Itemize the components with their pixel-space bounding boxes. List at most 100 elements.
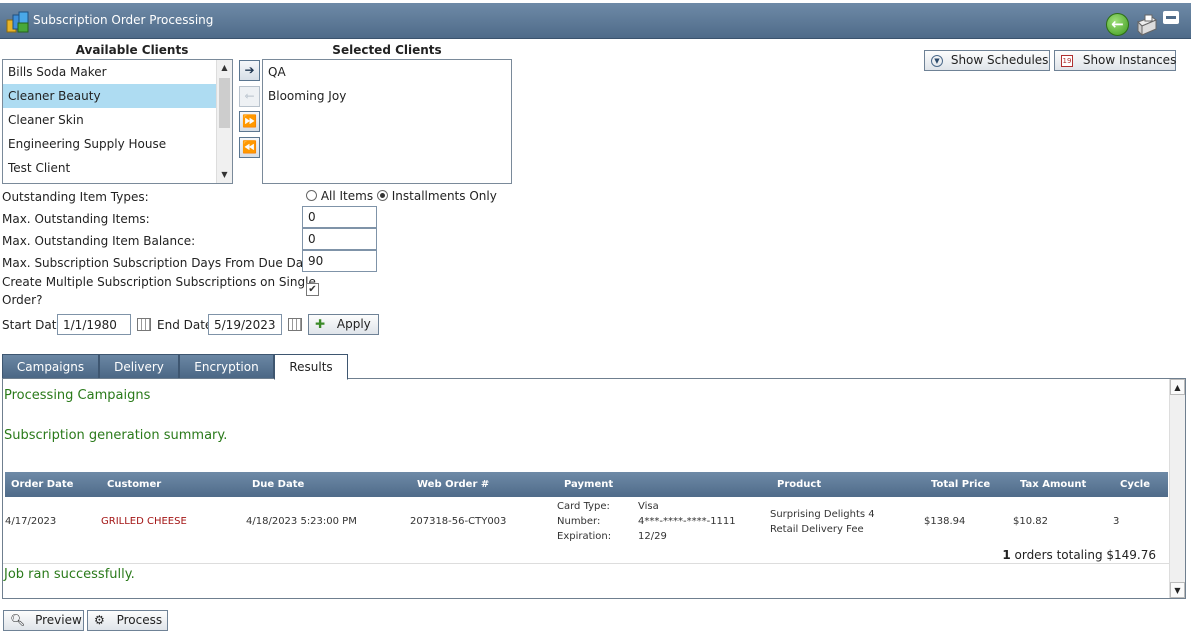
tax-amount-cell: $10.82 — [1013, 516, 1048, 527]
chevron-down-icon: ▼ — [931, 55, 943, 67]
create-multiple-label-2: Order? — [2, 293, 43, 307]
job-status-text: Job ran successfully. — [4, 567, 135, 582]
installments-only-label: Installments Only — [391, 189, 497, 203]
process-button[interactable]: ⚙ Process — [87, 610, 168, 631]
list-item[interactable]: Cleaner Beauty — [3, 84, 232, 108]
divider — [3, 563, 1169, 564]
print-icon[interactable] — [1134, 14, 1158, 36]
col-product[interactable]: Product — [777, 479, 821, 490]
outstanding-item-types-label: Outstanding Item Types: — [2, 190, 149, 204]
scroll-up-icon[interactable]: ▲ — [1170, 379, 1185, 395]
tab-results[interactable]: Results — [274, 354, 348, 380]
card-number-value: 4***-****-****-1111 — [638, 516, 736, 527]
card-type-value: Visa — [638, 501, 659, 512]
create-multiple-label: Create Multiple Subscription Subscriptio… — [2, 275, 316, 289]
orders-count: 1 — [1002, 548, 1011, 562]
max-outstanding-items-label: Max. Outstanding Items: — [2, 212, 150, 226]
apply-button[interactable]: ✚ Apply — [308, 314, 379, 335]
apply-label: Apply — [336, 317, 371, 331]
item-type-radio-group: All Items Installments Only — [306, 189, 497, 203]
create-multiple-checkbox[interactable]: ✔ — [306, 283, 319, 296]
product-cell: Surprising Delights 4 — [770, 509, 875, 520]
list-item[interactable]: QA — [263, 60, 511, 84]
col-tax-amount[interactable]: Tax Amount — [1020, 479, 1086, 490]
installments-only-radio[interactable] — [376, 190, 388, 201]
calendar-icon: 19 — [1061, 55, 1073, 67]
remove-client-button[interactable]: ⇽ — [239, 86, 260, 107]
gears-icon: ⚙ — [94, 613, 105, 627]
all-items-label: All Items — [320, 189, 374, 203]
all-items-radio[interactable] — [306, 190, 317, 201]
list-item[interactable]: Bills Soda Maker — [3, 60, 232, 84]
summary-text: Subscription generation summary. — [4, 428, 228, 443]
start-date-calendar-icon[interactable] — [137, 318, 151, 331]
product-cell: Retail Delivery Fee — [770, 524, 864, 535]
tab-campaigns[interactable]: Campaigns — [2, 354, 99, 379]
show-instances-label: Show Instances — [1082, 53, 1177, 67]
title-bar: Subscription Order Processing ← — [0, 3, 1191, 39]
orders-total: orders totaling $149.76 — [1014, 548, 1157, 562]
customer-link[interactable]: GRILLED CHEESE — [101, 516, 187, 527]
due-date-cell: 4/18/2023 5:23:00 PM — [246, 516, 357, 527]
results-grid: Order Date Customer Due Date Web Order #… — [5, 472, 1168, 567]
preview-label: Preview — [35, 613, 82, 627]
start-date-input[interactable]: 1/1/1980 — [57, 314, 131, 335]
web-order-cell: 207318-56-CTY003 — [410, 516, 507, 527]
processing-text: Processing Campaigns — [4, 388, 151, 403]
orders-summary: 1 orders totaling $149.76 — [1002, 548, 1156, 562]
max-days-input[interactable]: 90 — [302, 250, 377, 272]
list-item[interactable]: Engineering Supply House — [3, 132, 232, 156]
scroll-down-icon[interactable]: ▼ — [1170, 582, 1185, 598]
show-instances-button[interactable]: 19 Show Instances — [1054, 50, 1176, 71]
max-outstanding-balance-label: Max. Outstanding Item Balance: — [2, 234, 196, 248]
col-due-date[interactable]: Due Date — [252, 479, 304, 490]
col-order-date[interactable]: Order Date — [11, 479, 73, 490]
preview-button[interactable]: 🔍︎ Preview — [3, 610, 84, 631]
add-client-button[interactable]: ➔ — [239, 60, 260, 81]
max-outstanding-balance-input[interactable]: 0 — [302, 228, 377, 250]
process-label: Process — [116, 613, 163, 627]
total-price-cell: $138.94 — [924, 516, 966, 527]
tab-delivery[interactable]: Delivery — [99, 354, 179, 379]
list-item[interactable]: Test Client — [3, 156, 232, 180]
scroll-down-icon[interactable]: ▼ — [217, 167, 232, 183]
col-web-order[interactable]: Web Order # — [417, 479, 489, 490]
add-all-clients-button[interactable]: ⏩ — [239, 111, 260, 132]
col-total-price[interactable]: Total Price — [931, 479, 990, 490]
minimize-button[interactable] — [1163, 11, 1179, 24]
expiration-value: 12/29 — [638, 531, 667, 542]
back-arrow-icon: ← — [1111, 15, 1124, 33]
list-item[interactable]: Cleaner Skin — [3, 108, 232, 132]
card-number-label: Number: — [557, 516, 601, 527]
apply-icon: ✚ — [315, 317, 326, 331]
back-button[interactable]: ← — [1106, 13, 1129, 36]
scroll-thumb[interactable] — [219, 78, 230, 128]
app-icon — [6, 11, 29, 33]
max-outstanding-items-input[interactable]: 0 — [302, 206, 377, 228]
window-title: Subscription Order Processing — [33, 13, 214, 27]
col-cycle[interactable]: Cycle — [1120, 479, 1150, 490]
list-scrollbar[interactable]: ▲ ▼ — [216, 60, 232, 183]
remove-all-clients-button[interactable]: ⏪ — [239, 137, 260, 158]
end-date-input[interactable]: 5/19/2023 — [208, 314, 282, 335]
expiration-label: Expiration: — [557, 531, 612, 542]
results-panel: Processing Campaigns Subscription genera… — [2, 378, 1186, 599]
card-type-label: Card Type: — [557, 501, 610, 512]
scroll-up-icon[interactable]: ▲ — [217, 60, 232, 76]
selected-clients-header: Selected Clients — [332, 43, 442, 57]
show-schedules-label: Show Schedules — [950, 53, 1049, 67]
show-schedules-button[interactable]: ▼ Show Schedules — [924, 50, 1050, 71]
col-payment[interactable]: Payment — [564, 479, 613, 490]
results-scrollbar[interactable]: ▲ ▼ — [1169, 379, 1185, 598]
selected-clients-list[interactable]: QA Blooming Joy — [262, 59, 512, 184]
magnifier-icon: 🔍︎ — [10, 613, 26, 627]
order-date-cell: 4/17/2023 — [5, 516, 57, 527]
max-days-label: Max. Subscription Subscription Days From… — [2, 256, 320, 270]
table-row[interactable]: 4/17/2023 GRILLED CHEESE 4/18/2023 5:23:… — [5, 497, 1168, 543]
list-item[interactable]: Blooming Joy — [263, 84, 511, 108]
col-customer[interactable]: Customer — [107, 479, 161, 490]
tab-encryption[interactable]: Encryption — [179, 354, 274, 379]
available-clients-list[interactable]: Bills Soda Maker Cleaner Beauty Cleaner … — [2, 59, 233, 184]
end-date-calendar-icon[interactable] — [288, 318, 302, 331]
grid-header: Order Date Customer Due Date Web Order #… — [5, 472, 1168, 497]
